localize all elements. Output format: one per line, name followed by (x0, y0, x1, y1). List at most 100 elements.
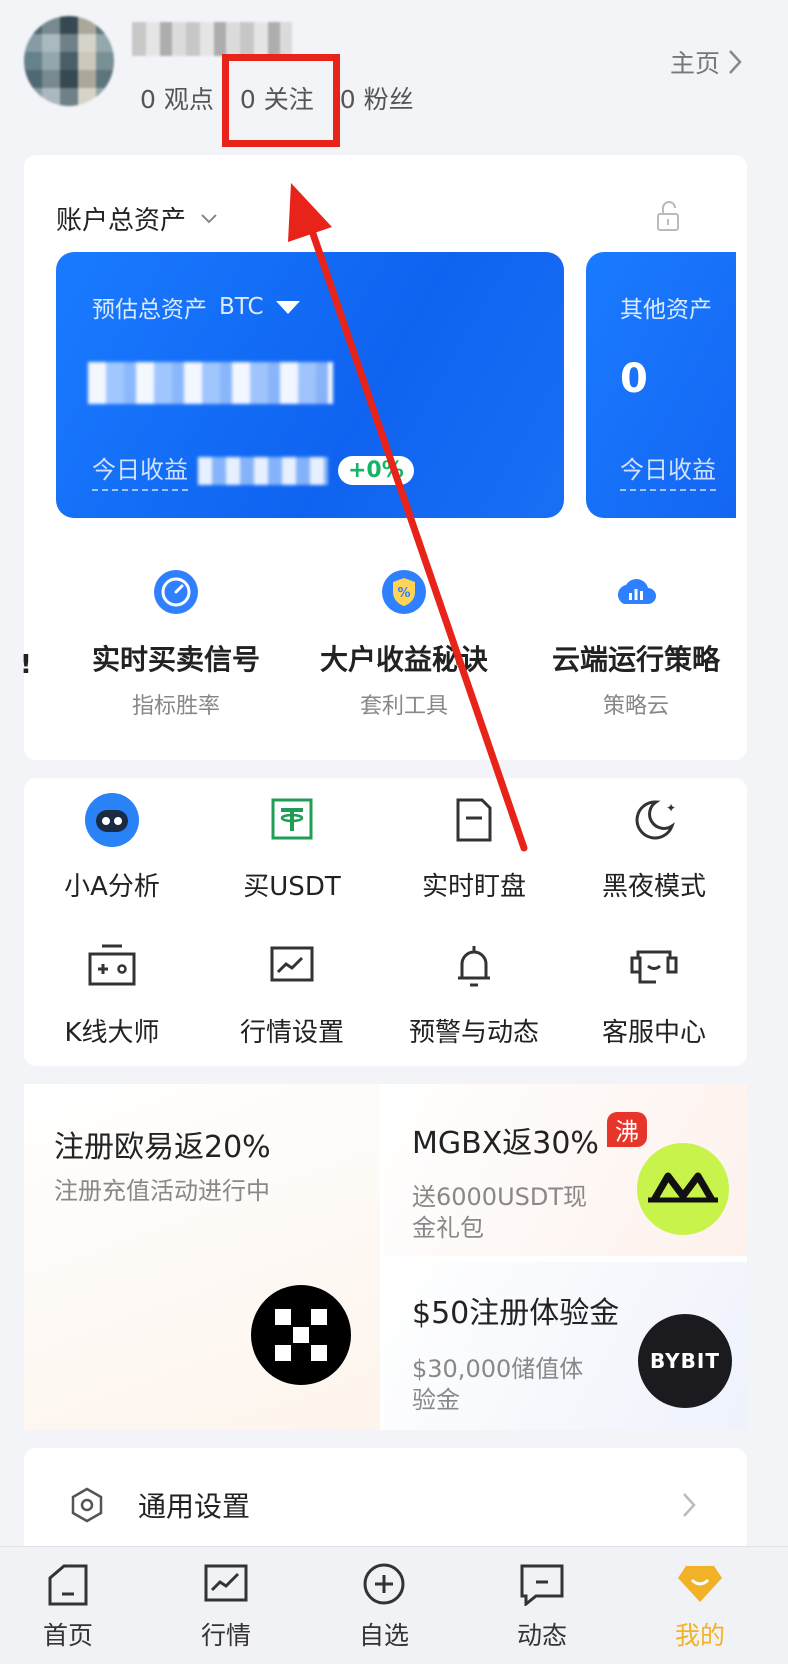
nav-feed[interactable]: 动态 (482, 1562, 602, 1652)
promo-okx-sub: 注册充值活动进行中 (54, 1177, 270, 1205)
cloud-chart-icon (617, 579, 656, 604)
tool-live-watch[interactable]: 实时盯盘 (384, 792, 564, 903)
unlock-icon[interactable] (654, 200, 682, 232)
chart-settings-icon (270, 946, 314, 982)
moon-icon: ✦ (635, 800, 676, 840)
caret-down-icon[interactable] (275, 300, 300, 314)
promo-okx[interactable]: 注册欧易返20% 注册充值活动进行中 (24, 1084, 380, 1430)
nav-label: 自选 (358, 1621, 409, 1650)
promo-mgbx-sub-line2: 金礼包 (412, 1214, 484, 1243)
promo-mgbx-title-row: MGBX返30% 沸 (412, 1112, 647, 1162)
promo-bybit-sub-line2: 验金 (412, 1386, 460, 1415)
total-assets-blurred (88, 362, 333, 404)
promo-bybit[interactable]: $50注册体验金 $30,000储值体 验金 BYBIT (384, 1262, 747, 1430)
promo-mgbx[interactable]: MGBX返30% 沸 送6000USDT现 金礼包 (384, 1084, 747, 1256)
message-icon (520, 1564, 564, 1608)
settings-hexagon-icon (71, 1487, 103, 1523)
today-earnings-label: 今日收益 (92, 450, 188, 491)
estimated-assets-title: 预估总资产 (92, 297, 207, 323)
estimated-assets-card[interactable]: 预估总资产 BTC 今日收益 +0% (56, 252, 564, 518)
market-chart-icon (204, 1564, 248, 1602)
promo-bybit-sub: $30,000储值体 验金 (412, 1354, 583, 1416)
add-circle-icon (363, 1563, 405, 1605)
nav-home[interactable]: 首页 (8, 1562, 128, 1652)
other-assets-card[interactable]: 其他资产 0 今日收益 (586, 252, 736, 518)
tool-kline-master[interactable]: K线大师 (22, 938, 202, 1049)
other-today-label: 今日收益 (620, 450, 716, 491)
general-settings-row[interactable] (24, 1448, 747, 1558)
okx-logo-icon (251, 1285, 351, 1385)
kline-box-icon (88, 944, 136, 986)
highlight-box (222, 54, 340, 147)
feature-sub: 套利工具 (359, 694, 448, 719)
nav-label: 动态 (516, 1621, 567, 1650)
tool-alerts[interactable]: 预警与动态 (384, 938, 564, 1049)
currency-label: BTC (219, 294, 264, 320)
tool-label: 实时盯盘 (421, 872, 526, 902)
feature-signals[interactable]: 实时买卖信号 指标胜率 (76, 568, 276, 720)
profile-gem-icon (678, 1566, 722, 1602)
today-earnings-blurred (198, 456, 328, 485)
monitor-tag-icon (456, 798, 492, 842)
feature-title: 云端运行策略 (551, 643, 720, 676)
usdt-icon (271, 798, 313, 840)
other-today-row: 今日收益 (620, 450, 716, 491)
general-settings-label: 通用设置 (138, 1490, 251, 1523)
robot-icon (85, 793, 139, 847)
estimated-assets-label: 预估总资产 BTC (92, 290, 300, 324)
avatar[interactable] (24, 16, 114, 106)
tool-label: 黑夜模式 (601, 872, 706, 902)
promo-mgbx-title: MGBX返30% (412, 1126, 599, 1161)
bell-icon (458, 946, 490, 987)
headset-icon (630, 950, 678, 984)
nav-label: 首页 (42, 1621, 93, 1650)
tool-label: 行情设置 (239, 1018, 344, 1048)
chevron-down-icon (201, 213, 217, 223)
chevron-right-icon (729, 50, 742, 74)
tool-ai-analysis[interactable]: 小A分析 (22, 792, 202, 903)
feature-cloud-strategy[interactable]: 云端运行策略 策略云 (536, 568, 736, 720)
svg-text:%: % (397, 586, 410, 601)
other-assets-value: 0 (620, 356, 648, 402)
nav-market[interactable]: 行情 (166, 1562, 286, 1652)
nav-watchlist[interactable]: 自选 (324, 1562, 444, 1652)
promo-bybit-sub-line1: $30,000储值体 (412, 1355, 584, 1383)
nav-profile[interactable]: 我的 (640, 1562, 760, 1652)
stat-fans[interactable]: 0 粉丝 (340, 80, 414, 116)
feature-sub: 策略云 (602, 694, 669, 719)
bybit-logo-text: BYBIT (650, 1349, 720, 1373)
today-earnings-row: 今日收益 +0% (92, 450, 414, 491)
tool-buy-usdt[interactable]: 买USDT (202, 792, 382, 903)
tool-market-settings[interactable]: 行情设置 (202, 938, 382, 1049)
nav-label: 行情 (200, 1621, 251, 1650)
assets-title-label: 账户总资产 (56, 206, 187, 236)
today-pct-badge: +0% (338, 456, 414, 485)
nav-label: 我的 (674, 1621, 725, 1650)
mgbx-logo-icon (637, 1143, 729, 1235)
tool-label: 客服中心 (601, 1018, 706, 1048)
feature-whale-secrets[interactable]: % 大户收益秘诀 套利工具 (304, 568, 504, 720)
chevron-right-icon (683, 1493, 696, 1517)
tool-night-mode[interactable]: ✦ 黑夜模式 (564, 792, 744, 903)
feature-edge-fragment: ! (20, 650, 32, 680)
homepage-link[interactable]: 主页 (670, 44, 742, 80)
home-icon (48, 1564, 88, 1606)
tool-label: K线大师 (64, 1018, 160, 1048)
homepage-label: 主页 (669, 49, 720, 78)
tool-label: 买USDT (243, 872, 341, 902)
promo-mgbx-sub: 送6000USDT现 金礼包 (412, 1182, 587, 1244)
assets-title[interactable]: 账户总资产 (56, 200, 218, 237)
feature-title: 实时买卖信号 (91, 643, 260, 676)
speedometer-icon (154, 570, 198, 614)
promo-bybit-title: $50注册体验金 (412, 1296, 620, 1331)
tool-customer-service[interactable]: 客服中心 (564, 938, 744, 1049)
stat-opinions[interactable]: 0 观点 (140, 80, 214, 116)
nickname-blurred (132, 22, 292, 56)
other-assets-label: 其他资产 (620, 297, 712, 323)
tool-label: 小A分析 (64, 872, 160, 902)
svg-text:✦: ✦ (666, 801, 676, 815)
promo-mgbx-sub-line1: 送6000USDT现 (412, 1183, 588, 1211)
shield-percent-icon: % (382, 570, 426, 614)
feature-title: 大户收益秘诀 (319, 643, 488, 676)
promo-okx-title: 注册欧易返20% (54, 1130, 271, 1165)
